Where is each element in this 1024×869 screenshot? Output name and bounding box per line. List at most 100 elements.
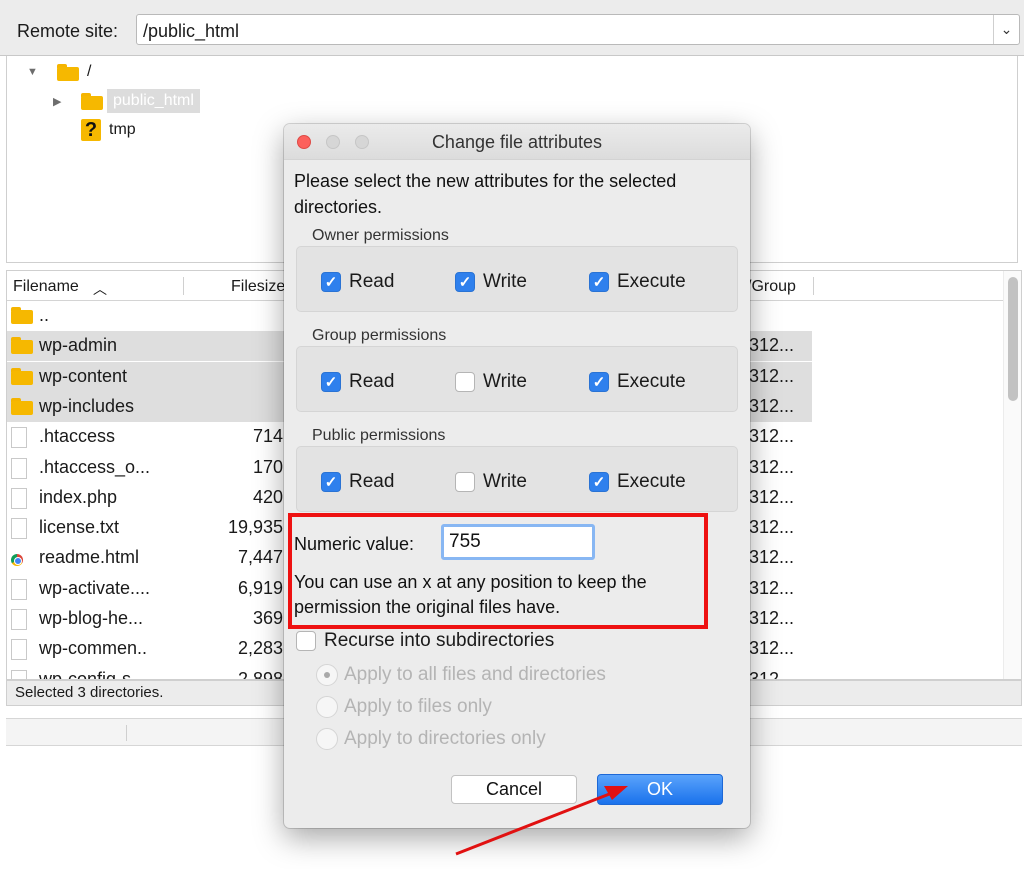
remote-path-combobox[interactable]: /public_html ⌄ <box>136 14 1020 45</box>
checkbox-label: Read <box>349 271 395 292</box>
file-owner-group: 312... <box>749 456 795 477</box>
column-separator[interactable] <box>183 277 184 295</box>
file-size: 420 <box>252 486 283 507</box>
checkbox-empty[interactable] <box>455 372 475 392</box>
file-owner-group: 312... <box>749 395 795 416</box>
queue-separator <box>126 725 127 741</box>
checkmark-icon[interactable]: ✓ <box>321 472 341 492</box>
tree-item-tmp[interactable]: ? tmp <box>81 118 136 142</box>
checkmark-icon[interactable]: ✓ <box>589 472 609 492</box>
unknown-folder-icon: ? <box>81 119 101 141</box>
file-icon <box>11 427 27 453</box>
file-name: wp-admin <box>39 335 118 356</box>
file-size: 714 <box>252 426 283 447</box>
tree-item-label: tmp <box>109 121 136 138</box>
owner-read-checkbox[interactable]: ✓ Read <box>321 271 394 293</box>
column-separator[interactable] <box>813 277 814 295</box>
public-permissions-group: ✓ Read Write ✓ Execute <box>296 446 738 512</box>
file-owner-group: 312... <box>749 608 795 628</box>
file-name: wp-content <box>39 365 128 386</box>
remote-site-label: Remote site: <box>17 21 119 41</box>
file-size: 7,447 <box>237 547 283 568</box>
dialog-title: Change file attributes <box>431 132 603 152</box>
checkbox-empty[interactable] <box>296 631 316 651</box>
file-size: 170 <box>252 456 283 477</box>
checkbox-empty[interactable] <box>455 472 475 492</box>
file-owner-group: 312... <box>749 365 795 386</box>
file-icon-glyph <box>11 578 27 600</box>
vertical-scrollbar-track[interactable] <box>1003 271 1021 679</box>
folder-icon-glyph <box>11 307 33 324</box>
tree-item-public-html[interactable]: ▶ public_html <box>53 89 200 113</box>
owner-execute-checkbox[interactable]: ✓ Execute <box>589 271 686 293</box>
dialog-titlebar: Change file attributes <box>284 124 750 160</box>
group-permissions-group: ✓ Read Write ✓ Execute <box>296 346 738 412</box>
checkbox-label: Write <box>483 471 527 492</box>
radio-apply-directories[interactable]: Apply to directories only <box>316 728 546 750</box>
column-header-group[interactable]: /Group <box>747 278 796 296</box>
sort-ascending-icon: ︿ <box>93 281 107 297</box>
file-owner-group: 312... <box>749 517 795 538</box>
group-read-checkbox[interactable]: ✓ Read <box>321 371 394 393</box>
column-header-filesize[interactable]: Filesize <box>231 278 285 296</box>
file-name: license.txt <box>39 517 120 538</box>
status-text: Selected 3 directories. <box>15 684 164 701</box>
group-write-checkbox[interactable]: Write <box>455 371 527 393</box>
checkmark-icon[interactable]: ✓ <box>589 272 609 292</box>
disclosure-triangle-expanded-icon[interactable]: ▼ <box>27 66 41 78</box>
checkbox-label: Write <box>483 371 527 392</box>
file-name: .. <box>39 305 50 325</box>
tree-item-root[interactable]: ▼ / <box>27 60 91 84</box>
radio-unselected-icon[interactable] <box>316 696 338 718</box>
file-owner-group: 312... <box>749 668 795 680</box>
owner-write-checkbox[interactable]: ✓ Write <box>455 271 527 293</box>
public-execute-checkbox[interactable]: ✓ Execute <box>589 471 686 493</box>
file-name: wp-includes <box>39 395 135 416</box>
checkmark-icon[interactable]: ✓ <box>321 372 341 392</box>
numeric-value-input[interactable] <box>441 524 595 560</box>
recurse-subdirectories-checkbox[interactable]: Recurse into subdirectories <box>296 630 554 652</box>
ok-button[interactable]: OK <box>597 774 723 805</box>
group-execute-checkbox[interactable]: ✓ Execute <box>589 371 686 393</box>
file-icon <box>11 669 27 679</box>
folder-icon <box>57 63 79 81</box>
vertical-scrollbar-thumb[interactable] <box>1008 277 1018 401</box>
file-icon <box>11 578 27 605</box>
checkbox-label: Read <box>349 471 395 492</box>
radio-label: Apply to all files and directories <box>344 664 606 685</box>
radio-selected-icon[interactable] <box>316 664 338 686</box>
file-icon-glyph <box>11 487 27 509</box>
cancel-button[interactable]: Cancel <box>451 775 577 804</box>
dialog-description: Please select the new attributes for the… <box>294 171 677 217</box>
file-size: 6,919 <box>237 577 283 598</box>
file-owner-group: 312... <box>749 547 795 568</box>
checkbox-label: Execute <box>617 271 686 292</box>
file-size: 369 <box>252 608 283 628</box>
file-icon <box>11 457 27 484</box>
file-name: readme.html <box>39 547 140 568</box>
chevron-down-icon[interactable]: ⌄ <box>993 15 1019 44</box>
radio-unselected-icon[interactable] <box>316 728 338 750</box>
folder-icon <box>11 397 33 420</box>
tree-item-label: / <box>87 63 92 80</box>
radio-apply-all[interactable]: Apply to all files and directories <box>316 664 606 686</box>
public-read-checkbox[interactable]: ✓ Read <box>321 471 394 493</box>
folder-icon <box>81 92 103 110</box>
disclosure-triangle-collapsed-icon[interactable]: ▶ <box>53 95 67 108</box>
checkmark-icon[interactable]: ✓ <box>321 272 341 292</box>
group-permissions-label: Group permissions <box>312 327 447 344</box>
change-file-attributes-dialog: Change file attributes Please select the… <box>284 124 750 828</box>
radio-label: Apply to files only <box>344 696 492 717</box>
public-write-checkbox[interactable]: Write <box>455 471 527 493</box>
file-owner-group: 312... <box>749 577 795 598</box>
file-name: .htaccess_o... <box>39 456 151 477</box>
checkmark-icon[interactable]: ✓ <box>455 272 475 292</box>
folder-icon <box>11 307 33 329</box>
folder-icon-glyph <box>11 367 33 385</box>
radio-apply-files[interactable]: Apply to files only <box>316 696 492 718</box>
checkmark-icon[interactable]: ✓ <box>589 372 609 392</box>
column-header-filename[interactable]: Filename <box>13 278 79 296</box>
file-icon <box>11 518 27 544</box>
public-permissions-label: Public permissions <box>312 427 446 444</box>
folder-icon <box>11 337 33 359</box>
